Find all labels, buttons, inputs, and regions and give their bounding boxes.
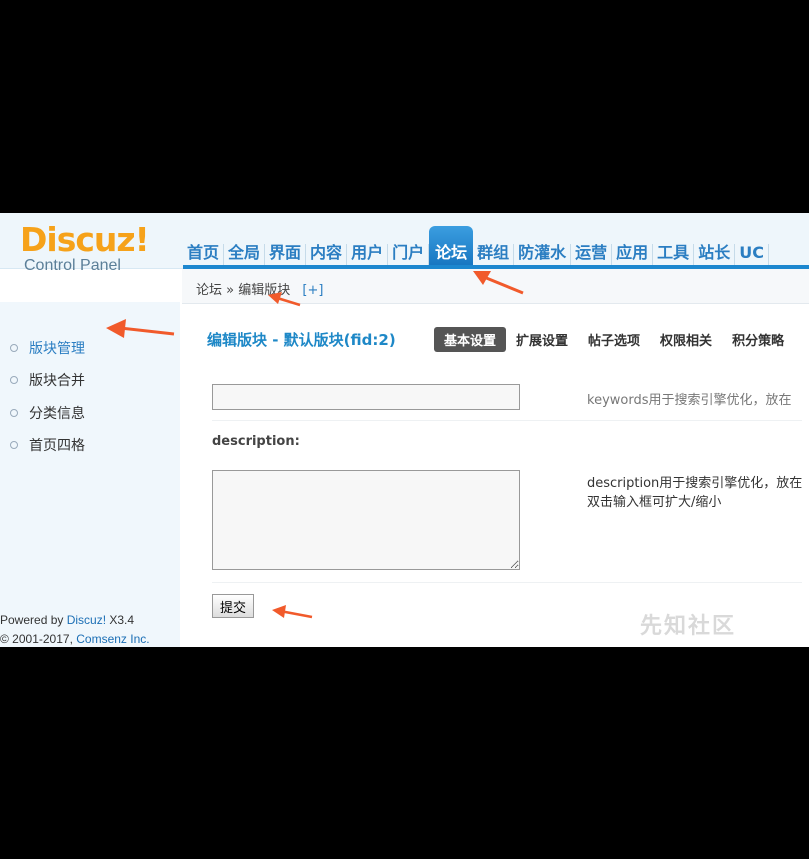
sidebar-item-label: 版块合并 <box>29 373 85 389</box>
sidebar-item-label: 首页四格 <box>29 438 85 454</box>
footer-copyright: © 2001-2017, <box>0 632 77 646</box>
description-textarea[interactable] <box>212 470 520 570</box>
watermark-text: 先知社区 <box>640 614 737 639</box>
description-hint: description用于搜索引擎优化，放在 双击输入框可扩大/缩小 <box>587 474 802 512</box>
footer-powered: Powered by Discuz! X3.4 © 2001-2017, Com… <box>0 611 150 647</box>
header: Discuz! Control Panel 首页 全局 界面 内容 用户 门户 论坛 群组 防灌… <box>0 213 809 274</box>
sidebar: 版块管理 版块合并 分类信息 首页四格 <box>0 302 180 647</box>
tab-item[interactable]: 扩展设置 <box>506 327 578 352</box>
control-panel-frame: Discuz! Control Panel 首页 全局 界面 内容 用户 门户 论坛 群组 防灌… <box>0 213 809 647</box>
bullet-icon <box>10 376 18 384</box>
breadcrumb-root[interactable]: 论坛 <box>196 283 222 298</box>
footer-prefix: Powered by <box>0 613 67 627</box>
sidebar-item-forum-merge[interactable]: 版块合并 <box>10 370 85 390</box>
sidebar-item-forum-manage[interactable]: 版块管理 <box>10 338 85 358</box>
submit-button[interactable]: 提交 <box>212 594 255 618</box>
annotation-arrow-icon <box>268 292 301 307</box>
tab-item[interactable]: 基本设置 <box>434 327 507 352</box>
description-hint-line1: description用于搜索引擎优化，放在 <box>587 476 803 491</box>
logo-subtitle: Control Panel <box>24 257 121 274</box>
sidebar-item-home-grid[interactable]: 首页四格 <box>10 435 85 455</box>
annotation-arrow-icon <box>473 271 524 295</box>
discuz-link[interactable]: Discuz! <box>67 613 106 627</box>
main-content: 编辑版块 - 默认版块(fid:2) 基本设置 扩展设置 帖子选项 权限相关 积分策略 … <box>182 304 809 647</box>
divider <box>212 582 802 583</box>
footer-version: X3.4 <box>106 613 135 627</box>
bullet-icon <box>10 441 18 449</box>
sidebar-item-label: 版块管理 <box>29 341 85 357</box>
bullet-icon <box>10 344 18 352</box>
tab-item[interactable]: 积分策略 <box>722 327 794 352</box>
keywords-hint: keywords用于搜索引擎优化，放在 <box>587 393 792 408</box>
comsenz-link[interactable]: Comsenz Inc. <box>76 632 149 646</box>
keywords-input[interactable] <box>212 384 520 410</box>
sidebar-item-label: 分类信息 <box>29 406 85 422</box>
top-nav: 首页 全局 界面 内容 用户 门户 论坛 群组 防灌水 运营 应用 工具 站长 UC <box>183 213 769 268</box>
description-hint-line2: 双击输入框可扩大/缩小 <box>587 495 722 510</box>
breadcrumb-separator: » <box>226 283 235 298</box>
logo-text: Discuz! <box>20 220 150 259</box>
page-title: 编辑版块 - 默认版块(fid:2) <box>207 331 396 349</box>
tab-item[interactable]: 权限相关 <box>650 327 722 352</box>
divider <box>212 420 802 421</box>
tab-item[interactable]: 帖子选项 <box>578 327 650 352</box>
bullet-icon <box>10 409 18 417</box>
sidebar-item-category-info[interactable]: 分类信息 <box>10 403 85 423</box>
description-label: description: <box>212 434 300 449</box>
annotation-arrow-icon <box>272 605 313 619</box>
sub-tabs: 基本设置 扩展设置 帖子选项 权限相关 积分策略 <box>434 327 794 352</box>
logo[interactable]: Discuz! Control Panel <box>20 220 150 275</box>
annotation-arrow-icon <box>106 319 175 338</box>
